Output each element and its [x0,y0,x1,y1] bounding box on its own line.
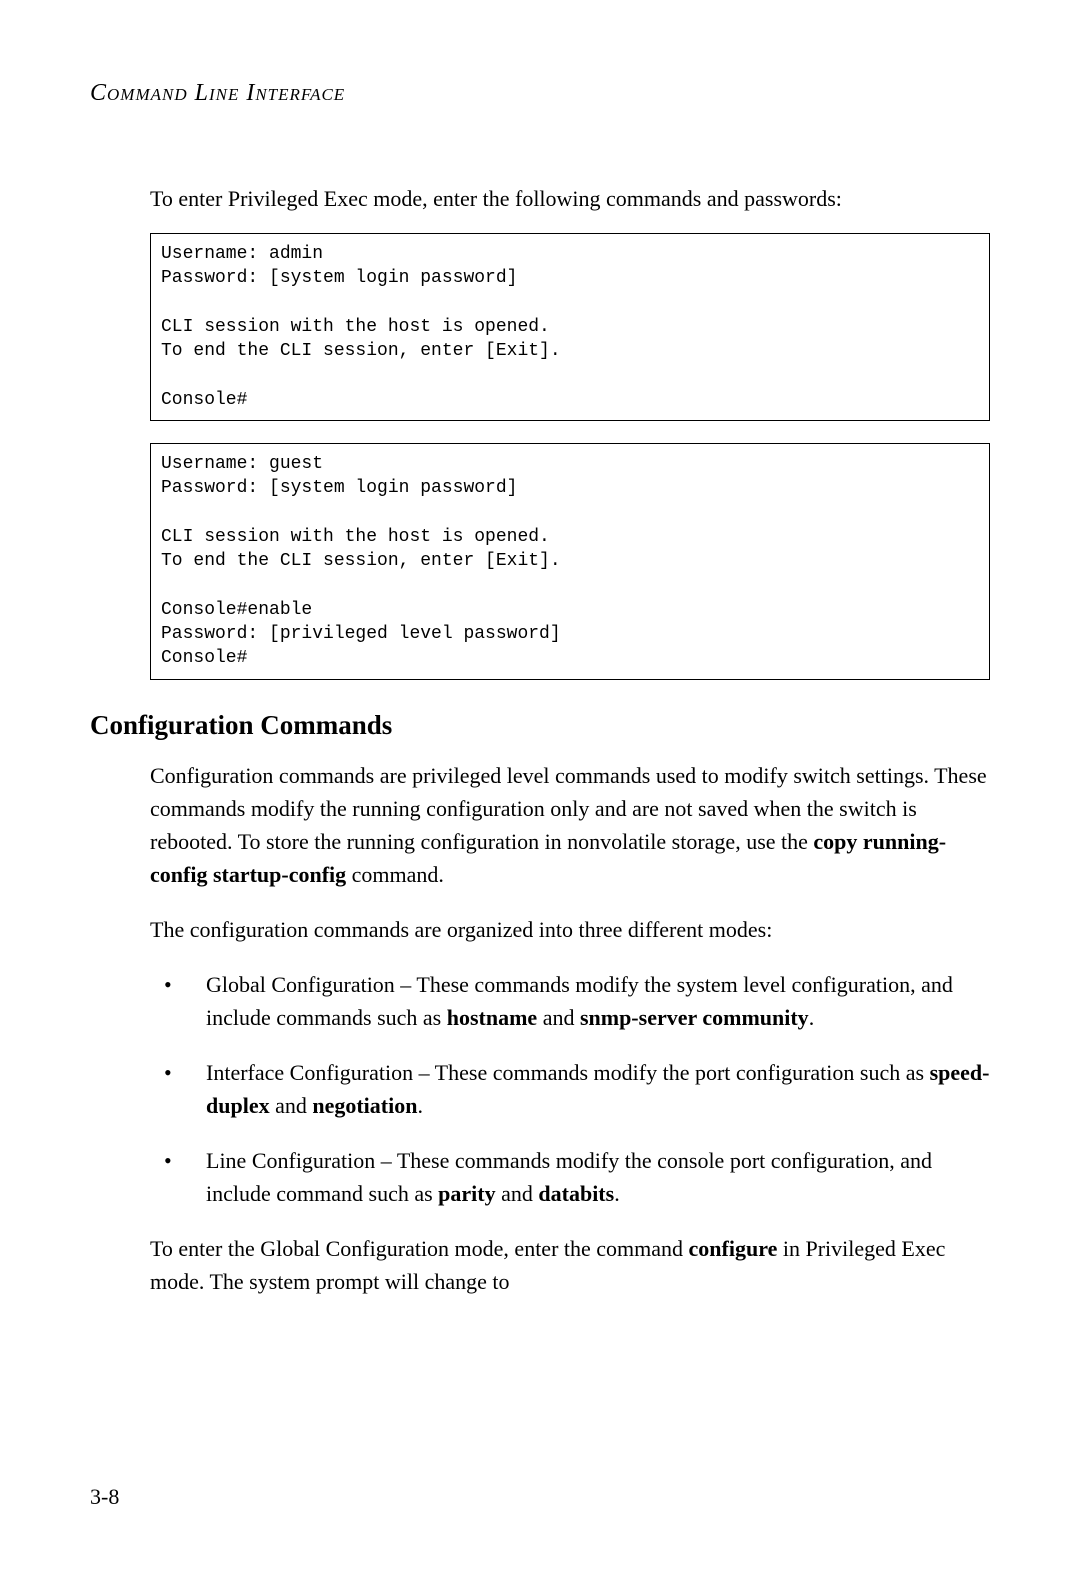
config-paragraph-3: To enter the Global Configuration mode, … [150,1232,990,1298]
p3-pre: To enter the Global Configuration mode, … [150,1236,689,1261]
section-heading-config-commands: Configuration Commands [90,710,990,741]
b3-post: . [614,1181,620,1206]
bullet-line-config: Line Configuration – These commands modi… [150,1144,990,1210]
bullet-interface-config: Interface Configuration – These commands… [150,1056,990,1122]
b3-bold2: databits [538,1181,614,1206]
bullet-global-config: Global Configuration – These commands mo… [150,968,990,1034]
bullet-list: Global Configuration – These commands mo… [150,968,990,1210]
p3-bold: configure [689,1236,778,1261]
config-paragraph-2: The configuration commands are organized… [150,913,990,946]
b1-bold2: snmp-server community [580,1005,809,1030]
intro-paragraph: To enter Privileged Exec mode, enter the… [150,182,990,215]
b1-bold1: hostname [447,1005,537,1030]
b1-post: . [809,1005,815,1030]
b3-bold1: parity [438,1181,495,1206]
config-paragraph-1: Configuration commands are privileged le… [150,759,990,891]
code-block-admin: Username: admin Password: [system login … [150,233,990,421]
b2-mid: and [270,1093,313,1118]
b3-mid: and [496,1181,539,1206]
b1-mid: and [537,1005,580,1030]
header-text: Command Line Interface [90,80,345,106]
b2-pre: Interface Configuration – These commands… [206,1060,930,1085]
code-block-guest: Username: guest Password: [system login … [150,443,990,680]
b2-post: . [417,1093,423,1118]
page-number: 3-8 [90,1484,119,1510]
p1-post: command. [346,862,444,887]
b2-bold2: negotiation [312,1093,417,1118]
page-header: Command Line Interface [90,80,990,107]
page-content: To enter Privileged Exec mode, enter the… [150,182,990,1298]
